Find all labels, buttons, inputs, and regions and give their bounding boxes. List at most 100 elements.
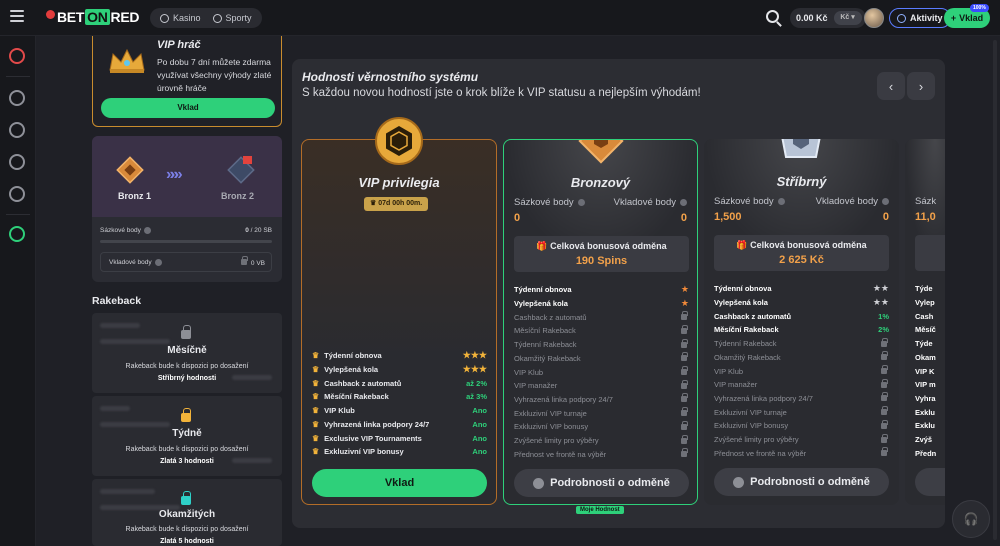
feature-label: Přednost ve frontě na výběr [514,449,607,459]
feature-value: ★ [680,284,689,295]
vip-tier-deposit-button[interactable]: Vklad [312,469,487,497]
feature-row: Týde [915,282,945,296]
rocket-icon[interactable] [9,90,25,106]
prev-button[interactable]: ‹ [877,72,905,100]
tier-card-silver: Stříbrný Sázkové body Vkladové body 0 1,500 🎁… [704,139,899,505]
search-icon[interactable] [766,10,779,23]
rakeback-card-monthly: Měsíčně Rakeback bude k dispozici po dos… [92,313,282,393]
rakeback-card-instant: Okamžitých Rakeback bude k dispozici po … [92,479,282,546]
bonus-value: 190 Spins [575,255,628,267]
balance[interactable]: 0.00 Kč Kč ▾ [790,8,866,28]
reward-details-button[interactable]: Podrobnosti o odměně [514,469,689,497]
feature-row: Zvýšené limity pro výběry [714,433,889,447]
info-icon[interactable] [143,227,151,234]
sidebar [0,36,36,546]
menu-icon[interactable] [10,10,24,24]
target-icon[interactable] [9,48,25,64]
feature-row: Zvýšené limity pro výběry [514,434,689,448]
tier-name: Bronzový [570,175,631,190]
info-icon[interactable] [680,199,687,206]
vip-feature-row: ♛ Měsíční Rakeback až 3% [312,390,487,404]
info-icon [533,477,545,489]
bet-points-progress [100,240,272,243]
deposit-points-label: Vkladové body [816,196,889,207]
lock-icon [881,433,888,443]
feature-label: Týdenní obnova [714,284,772,294]
bonus-box [915,235,945,271]
deposit-points-label: Vkladové body [109,259,162,266]
loyalty-panel: Hodnosti věrnostního systému S každou no… [292,59,945,528]
vip-feature-value: Ano [472,433,487,443]
feature-row: Exklu [915,405,945,419]
aktivity-button[interactable]: Aktivity [889,8,951,28]
deposit-points-value: 0 [680,212,687,224]
vip-deposit-button[interactable]: Vklad [101,98,275,118]
vip-feature-label: Exkluzivní VIP bonusy [324,447,404,457]
broadcast-icon[interactable] [9,122,25,138]
lock-icon [881,365,888,375]
reward-details-button[interactable] [915,468,945,496]
feature-row: Měsíční Rakeback [514,324,689,338]
vip-hexagon-icon [375,117,423,165]
vip-feature-value: ★★★ [462,364,487,375]
nav-kasino[interactable]: Kasino [154,8,207,28]
crown-icon: ♛ [312,447,320,457]
lock-icon [681,324,688,334]
bet-points-label: Sázk [915,196,937,207]
next-rank-label: Bronz 2 [221,191,255,201]
reward-details-button[interactable]: Podrobnosti o odměně [714,468,889,496]
lock-icon [681,420,688,430]
feature-label: Předn [915,448,937,458]
lock-icon [681,352,688,362]
vip-timer: ♛ 07d 00h 00m. [364,197,429,211]
info-icon[interactable] [154,259,162,266]
feature-row: Exkluzivní VIP turnaje [514,406,689,420]
rakeback-name: Okamžitých [158,509,216,520]
feature-row: Vylepšená kola ★★ [714,296,889,310]
info-icon[interactable] [777,198,785,205]
tier-name: Stříbrný [776,174,827,189]
tier-card-gold: Sázk 11,0 Týde Vylep Cash Měsíč Týde Okam VIP K V… [905,139,945,505]
puzzle-icon[interactable] [9,186,25,202]
feature-label: Exkluzivní VIP bonusy [514,422,589,432]
nav-sporty[interactable]: Sporty [207,8,258,28]
lock-icon [681,366,688,376]
bonus-box: 🎁 Celková bonusová odměna 2 625 Kč [714,235,889,271]
activity-icon [897,13,906,23]
bonus-label: 🎁 Celková bonusová odměna [736,240,867,250]
next-button[interactable]: › [907,72,935,100]
feature-label: VIP Klub [714,366,744,376]
crown-icon: ♛ [312,433,320,443]
bronze-tier-icon [578,140,624,164]
vip-feature-label: Exclusive VIP Tournaments [324,433,422,443]
vip-feature-row: ♛ Exkluzivní VIP bonusy Ano [312,445,487,459]
feature-label: VIP manažer [514,381,558,391]
feature-label: Vyhra [915,393,936,403]
currency-selector[interactable]: Kč ▾ [833,11,862,25]
blurred-text [100,323,140,328]
feature-row: Vyhrazená linka podpory 24/7 [714,392,889,406]
vip-feature-row: ♛ VIP Klub Ano [312,404,487,418]
logo[interactable]: BET ON RED [46,9,139,25]
support-icon[interactable] [9,226,25,242]
info-icon[interactable] [882,198,889,205]
feature-value: ★★ [872,283,889,294]
avatar[interactable] [864,8,884,28]
feature-label: Týdenní Rakeback [514,340,577,350]
bet-points-row: Sázkové body [100,227,151,234]
feature-row: Týdenní Rakeback [514,338,689,352]
feature-label: Exkluzivní VIP turnaje [714,407,787,417]
divider [6,214,30,215]
feature-row: Cashback z automatů 1% [714,309,889,323]
lock-icon [881,392,888,402]
feature-row: Cashback z automatů [514,310,689,324]
bonus-label: 🎁 Celková bonusová odměna [536,241,667,251]
feature-row: Zvýš [915,433,945,447]
lock-icon [881,419,888,429]
football-icon[interactable] [9,154,25,170]
scrollbar[interactable] [993,40,997,540]
feature-row: VIP manažer [514,379,689,393]
feature-row: Měsíční Rakeback 2% [714,323,889,337]
info-icon[interactable] [577,199,585,206]
support-chat-button[interactable]: 🎧 [952,500,990,538]
